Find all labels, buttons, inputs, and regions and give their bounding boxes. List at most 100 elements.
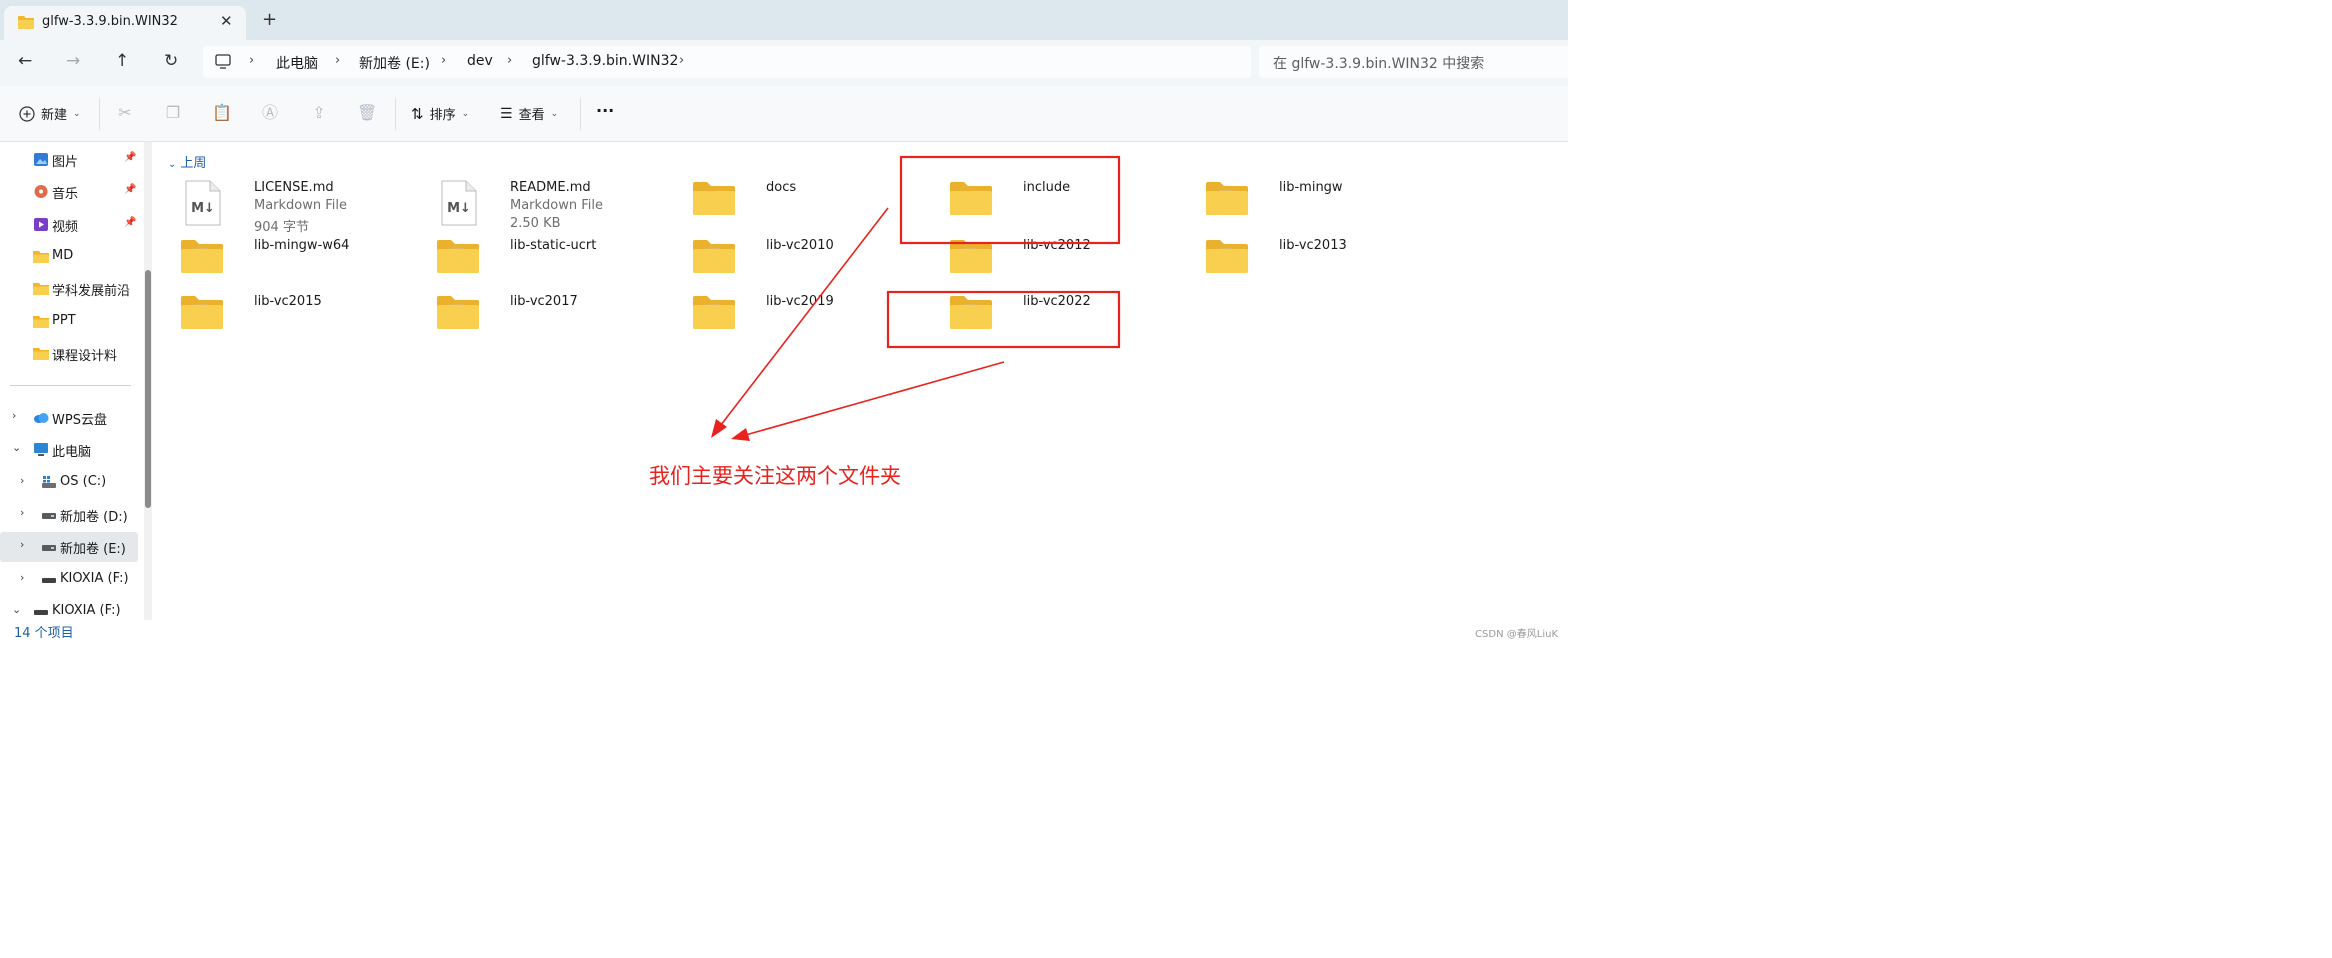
search-input[interactable]: 在 glfw-3.3.9.bin.WIN32 中搜索 bbox=[1259, 46, 1568, 78]
chevron-right-icon[interactable]: › bbox=[20, 474, 24, 487]
pin-icon[interactable]: 📌 bbox=[124, 184, 136, 195]
sidebar-item-label: 学科发展前沿 bbox=[52, 284, 131, 300]
pin-icon[interactable]: 📌 bbox=[124, 217, 136, 228]
new-button[interactable]: 新建 ⌄ bbox=[19, 104, 81, 123]
breadcrumb-separator[interactable]: › bbox=[507, 53, 512, 68]
breadcrumb-separator[interactable]: › bbox=[249, 53, 254, 68]
sidebar-tree-item[interactable]: › WPS云盘 bbox=[0, 403, 138, 433]
chevron-right-icon[interactable]: › bbox=[12, 409, 16, 422]
scrollbar-thumb[interactable] bbox=[145, 270, 151, 508]
folder-icon bbox=[950, 296, 992, 329]
breadcrumb-glfw[interactable]: glfw-3.3.9.bin.WIN32 bbox=[532, 53, 678, 69]
folder-item[interactable]: lib-vc2015 bbox=[180, 290, 420, 344]
paste-icon[interactable]: 📋 bbox=[212, 103, 232, 123]
item-thumbnail bbox=[692, 238, 736, 278]
folder-item[interactable]: lib-vc2022 bbox=[949, 290, 1189, 344]
folder-item[interactable]: lib-vc2017 bbox=[436, 290, 676, 344]
sidebar-item-quick-access[interactable]: PPT bbox=[0, 307, 138, 337]
breadcrumb-dev[interactable]: dev bbox=[467, 53, 493, 69]
breadcrumb-drive-e[interactable]: 新加卷 (E:) bbox=[359, 53, 430, 73]
folder-item[interactable]: lib-vc2010 bbox=[692, 234, 932, 288]
sidebar-item-quick-access[interactable]: MD bbox=[0, 242, 138, 272]
folder-item[interactable]: lib-vc2013 bbox=[1205, 234, 1445, 288]
item-thumbnail bbox=[692, 294, 736, 334]
close-tab-icon[interactable]: ✕ bbox=[220, 12, 233, 30]
sidebar-tree-item[interactable]: › 新加卷 (E:) bbox=[0, 532, 138, 563]
file-item[interactable]: M↓ README.md Markdown File 2.50 KB bbox=[436, 176, 676, 231]
breadcrumb-this-pc[interactable]: 此电脑 bbox=[276, 53, 318, 73]
sidebar-item-quick-access[interactable]: 学科发展前沿 bbox=[0, 274, 138, 304]
sidebar-item-quick-access[interactable]: 视频 📌 bbox=[0, 210, 138, 240]
view-button[interactable]: ☰ 查看 ⌄ bbox=[500, 104, 558, 124]
toolbar-divider bbox=[580, 98, 581, 130]
new-tab-button[interactable]: + bbox=[262, 9, 277, 30]
cut-icon[interactable]: ✂ bbox=[115, 103, 135, 123]
breadcrumb-separator[interactable]: › bbox=[679, 53, 684, 68]
item-name: docs bbox=[766, 180, 797, 195]
plus-circle-icon bbox=[19, 105, 35, 122]
item-thumbnail bbox=[180, 294, 224, 334]
sidebar-item-quick-access[interactable]: 图片 📌 bbox=[0, 145, 138, 175]
folder-item[interactable]: lib-mingw bbox=[1205, 176, 1445, 230]
item-name: lib-vc2013 bbox=[1279, 238, 1347, 253]
sidebar-item-label: MD bbox=[52, 247, 74, 263]
folder-item[interactable]: lib-vc2012 bbox=[949, 234, 1189, 288]
item-name: lib-mingw bbox=[1279, 180, 1343, 195]
delete-icon[interactable]: 🗑 bbox=[357, 103, 377, 123]
folder-icon bbox=[437, 296, 479, 329]
sidebar-item-label: 此电脑 bbox=[52, 445, 92, 461]
folder-icon bbox=[33, 250, 49, 263]
copy-icon[interactable]: ❐ bbox=[163, 103, 183, 123]
new-label: 新建 bbox=[41, 108, 68, 123]
sidebar-tree-item[interactable]: › KIOXIA (F:) bbox=[0, 565, 138, 595]
back-button[interactable]: ← bbox=[18, 51, 32, 71]
share-icon[interactable]: ⇪ bbox=[309, 103, 329, 123]
sidebar-item-label: KIOXIA (F:) bbox=[60, 570, 129, 586]
file-item[interactable]: M↓ LICENSE.md Markdown File 904 字节 bbox=[180, 176, 420, 235]
item-thumbnail: M↓ bbox=[436, 180, 480, 230]
more-options-button[interactable]: ··· bbox=[596, 101, 614, 120]
sidebar-tree-item[interactable]: ⌄ 此电脑 bbox=[0, 435, 138, 465]
group-header[interactable]: ⌄ 上周 bbox=[168, 152, 206, 171]
folder-item[interactable]: lib-static-ucrt bbox=[436, 234, 676, 288]
folder-item[interactable]: lib-vc2019 bbox=[692, 290, 932, 344]
sidebar-item-label: 音乐 bbox=[52, 187, 79, 203]
item-thumbnail bbox=[949, 180, 993, 220]
sidebar-tree-item[interactable]: › OS (C:) bbox=[0, 468, 138, 498]
folder-icon bbox=[1206, 182, 1248, 215]
sort-button[interactable]: ⇅ 排序 ⌄ bbox=[411, 104, 469, 124]
folder-icon bbox=[181, 296, 223, 329]
sidebar-item-label: OS (C:) bbox=[60, 473, 107, 489]
chevron-right-icon[interactable]: › bbox=[20, 506, 24, 519]
chevron-down-icon[interactable]: ⌄ bbox=[12, 603, 21, 616]
status-bar: 14 个项目 CSDN @春风LiuK bbox=[0, 620, 1568, 644]
folder-item[interactable]: include bbox=[949, 176, 1189, 230]
pin-icon[interactable]: 📌 bbox=[124, 152, 136, 163]
folder-icon bbox=[1206, 240, 1248, 273]
sidebar-item-quick-access[interactable]: 音乐 📌 bbox=[0, 177, 138, 207]
sidebar-scrollbar[interactable] bbox=[144, 142, 152, 620]
forward-button[interactable]: → bbox=[66, 51, 80, 71]
chevron-right-icon[interactable]: › bbox=[20, 571, 24, 584]
sidebar-item-label: 课程设计料 bbox=[52, 348, 118, 364]
folder-item[interactable]: lib-mingw-w64 bbox=[180, 234, 420, 288]
music-icon bbox=[34, 185, 48, 199]
item-name: lib-vc2015 bbox=[254, 294, 322, 309]
breadcrumb-separator[interactable]: › bbox=[335, 53, 340, 68]
up-button[interactable]: ↑ bbox=[115, 51, 129, 71]
address-bar[interactable]: › 此电脑 › 新加卷 (E:) › dev › glfw-3.3.9.bin.… bbox=[203, 46, 1251, 78]
rename-icon[interactable]: Ⓐ bbox=[260, 103, 280, 123]
refresh-button[interactable]: ↻ bbox=[164, 51, 178, 71]
folder-icon bbox=[33, 283, 49, 296]
chevron-down-icon[interactable]: ⌄ bbox=[12, 441, 21, 454]
item-size: 2.50 KB bbox=[510, 216, 561, 231]
tab-current-folder[interactable]: glfw-3.3.9.bin.WIN32 ✕ bbox=[4, 6, 246, 40]
sidebar-tree-item[interactable]: › 新加卷 (D:) bbox=[0, 500, 138, 530]
item-thumbnail bbox=[949, 294, 993, 334]
breadcrumb-separator[interactable]: › bbox=[441, 53, 446, 68]
svg-text:M↓: M↓ bbox=[447, 201, 471, 216]
folder-icon bbox=[18, 16, 34, 29]
folder-item[interactable]: docs bbox=[692, 176, 932, 230]
sidebar-item-quick-access[interactable]: 课程设计料 bbox=[0, 339, 138, 369]
chevron-right-icon[interactable]: › bbox=[20, 538, 24, 551]
